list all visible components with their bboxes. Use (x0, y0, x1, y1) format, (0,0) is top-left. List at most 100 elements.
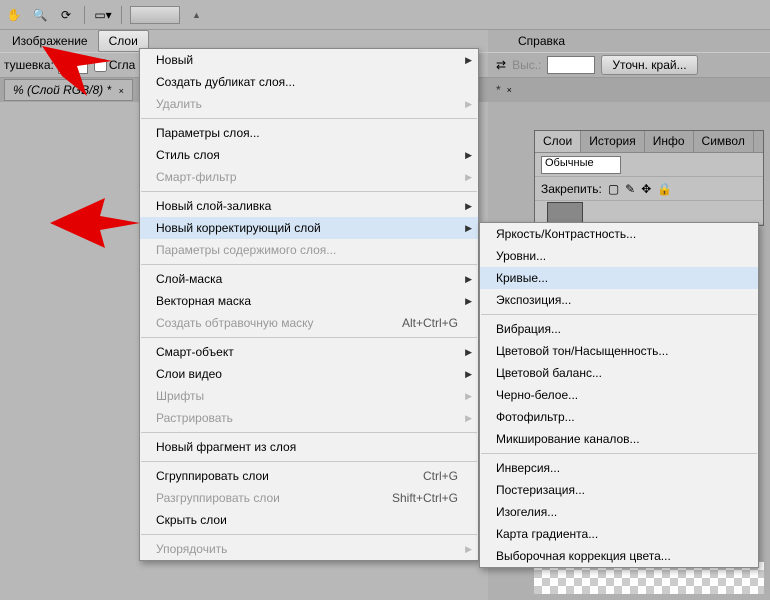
layers-menu-item[interactable]: Параметры слоя... (140, 122, 478, 144)
layers-menu-item[interactable]: Создать дубликат слоя... (140, 71, 478, 93)
tab-layers[interactable]: Слои (535, 131, 581, 152)
menu-separator (141, 191, 477, 192)
height-label: Выс.: (512, 58, 541, 72)
menu-separator (141, 337, 477, 338)
menu-item-label: Выборочная коррекция цвета... (496, 549, 671, 563)
layers-menu-item[interactable]: Смарт-объект▶ (140, 341, 478, 363)
tab-character[interactable]: Символ (694, 131, 754, 152)
menu-item-label: Карта градиента... (496, 527, 598, 541)
menu-separator (481, 453, 757, 454)
submenu-arrow-icon: ▶ (465, 201, 472, 212)
adjustment-submenu-item[interactable]: Изогелия... (480, 501, 758, 523)
adjustment-submenu-item[interactable]: Яркость/Контрастность... (480, 223, 758, 245)
menu-item-label: Смарт-фильтр (156, 170, 237, 184)
close-icon[interactable]: × (507, 85, 512, 95)
menu-item-label: Растрировать (156, 411, 233, 425)
lock-transparency-icon[interactable]: ▢ (608, 182, 619, 196)
menu-separator (141, 264, 477, 265)
submenu-arrow-icon: ▶ (465, 347, 472, 358)
layers-menu-item[interactable]: Скрыть слои (140, 509, 478, 531)
layers-menu-item: Шрифты▶ (140, 385, 478, 407)
layer-thumbnail[interactable] (547, 202, 583, 224)
menu-separator (141, 534, 477, 535)
tab-info[interactable]: Инфо (645, 131, 694, 152)
tab-history[interactable]: История (581, 131, 645, 152)
layers-menu-item[interactable]: Стиль слоя▶ (140, 144, 478, 166)
submenu-arrow-icon: ▶ (465, 391, 472, 402)
panel-tabs: Слои История Инфо Символ (535, 131, 763, 153)
layers-menu-item: Упорядочить▶ (140, 538, 478, 560)
divider (121, 6, 122, 24)
adjustment-submenu-item[interactable]: Вибрация... (480, 318, 758, 340)
hand-tool-icon[interactable]: ✋ (4, 5, 24, 25)
menu-item-label: Новый слой-заливка (156, 199, 271, 213)
menu-item-label: Удалить (156, 97, 202, 111)
menu-item-label: Уровни... (496, 249, 546, 263)
close-icon[interactable]: × (118, 86, 123, 96)
menu-separator (141, 461, 477, 462)
collapse-icon[interactable]: ▲ (192, 10, 201, 20)
lock-label: Закрепить: (541, 182, 602, 196)
adjustment-submenu-item[interactable]: Фотофильтр... (480, 406, 758, 428)
adjustment-submenu-item[interactable]: Кривые... (480, 267, 758, 289)
menu-item-label: Постеризация... (496, 483, 585, 497)
menu-item-label: Стиль слоя (156, 148, 220, 162)
adjustment-submenu-item[interactable]: Экспозиция... (480, 289, 758, 311)
submenu-arrow-icon: ▶ (465, 274, 472, 285)
menu-item-label: Параметры слоя... (156, 126, 260, 140)
adjustment-submenu-item[interactable]: Выборочная коррекция цвета... (480, 545, 758, 567)
adjustment-submenu-item[interactable]: Карта градиента... (480, 523, 758, 545)
lock-position-icon[interactable]: ✥ (641, 182, 651, 196)
refine-edge-button[interactable]: Уточн. край... (601, 55, 697, 75)
menu-item-label: Изогелия... (496, 505, 557, 519)
menu-shortcut: Ctrl+G (423, 469, 458, 483)
menu-shortcut: Shift+Ctrl+G (392, 491, 458, 505)
screen-mode-icon[interactable]: ▭▾ (93, 5, 113, 25)
adjustment-submenu-item[interactable]: Постеризация... (480, 479, 758, 501)
menu-item-label: Векторная маска (156, 294, 251, 308)
layers-menu-item[interactable]: Новый слой-заливка ▶ (140, 195, 478, 217)
layers-menu-item[interactable]: Слои видео ▶ (140, 363, 478, 385)
right-tab-strip: * × (488, 78, 770, 102)
layers-menu-item[interactable]: Новый▶ (140, 49, 478, 71)
rotate-view-icon[interactable]: ⟳ (56, 5, 76, 25)
layers-menu-item[interactable]: Новый фрагмент из слоя (140, 436, 478, 458)
swap-icon[interactable]: ⇄ (496, 58, 506, 72)
layers-menu-item[interactable]: Векторная маска ▶ (140, 290, 478, 312)
adjustment-submenu-item[interactable]: Микширование каналов... (480, 428, 758, 450)
blend-mode-select[interactable]: Обычные (541, 156, 621, 174)
zoom-tool-icon[interactable]: 🔍 (30, 5, 50, 25)
menu-item-label: Кривые... (496, 271, 548, 285)
menu-item-label: Яркость/Контрастность... (496, 227, 636, 241)
adjustment-submenu-item[interactable]: Цветовой тон/Насыщенность... (480, 340, 758, 362)
layers-menu-item[interactable]: Новый корректирующий слой▶ (140, 217, 478, 239)
submenu-arrow-icon: ▶ (465, 296, 472, 307)
menu-item-label: Параметры содержимого слоя... (156, 243, 336, 257)
layers-menu-item: Разгруппировать слои Shift+Ctrl+G (140, 487, 478, 509)
layers-menu-item: Смарт-фильтр ▶ (140, 166, 478, 188)
lock-icons: ▢ ✎ ✥ 🔒 (608, 182, 672, 196)
top-toolbar: ✋ 🔍 ⟳ ▭▾ ▲ (0, 0, 770, 30)
menu-item-label: Создать обтравочную маску (156, 316, 314, 330)
lock-all-icon[interactable]: 🔒 (657, 182, 672, 196)
submenu-arrow-icon: ▶ (465, 172, 472, 183)
adjustment-submenu-item[interactable]: Уровни... (480, 245, 758, 267)
layers-menu-item[interactable]: Слой-маска▶ (140, 268, 478, 290)
layers-menu-item[interactable]: Сгруппировать слоиCtrl+G (140, 465, 478, 487)
height-input[interactable] (547, 56, 595, 74)
blend-mode-row: Обычные (535, 153, 763, 177)
adjustment-submenu-item[interactable]: Черно-белое... (480, 384, 758, 406)
lock-brush-icon[interactable]: ✎ (625, 182, 635, 196)
layers-menu-item: Создать обтравочную маскуAlt+Ctrl+G (140, 312, 478, 334)
menu-item-label: Скрыть слои (156, 513, 227, 527)
arrange-dropdown[interactable] (130, 6, 180, 24)
menu-item-label: Вибрация... (496, 322, 561, 336)
menu-item-label: Слои видео (156, 367, 222, 381)
adjustment-submenu-item[interactable]: Инверсия... (480, 457, 758, 479)
panels-container: Слои История Инфо Символ Обычные Закрепи… (534, 130, 764, 226)
submenu-arrow-icon: ▶ (465, 369, 472, 380)
menu-item-label: Цветовой баланс... (496, 366, 602, 380)
menu-help[interactable]: Справка (508, 31, 575, 51)
menu-item-label: Разгруппировать слои (156, 491, 280, 505)
adjustment-submenu-item[interactable]: Цветовой баланс... (480, 362, 758, 384)
